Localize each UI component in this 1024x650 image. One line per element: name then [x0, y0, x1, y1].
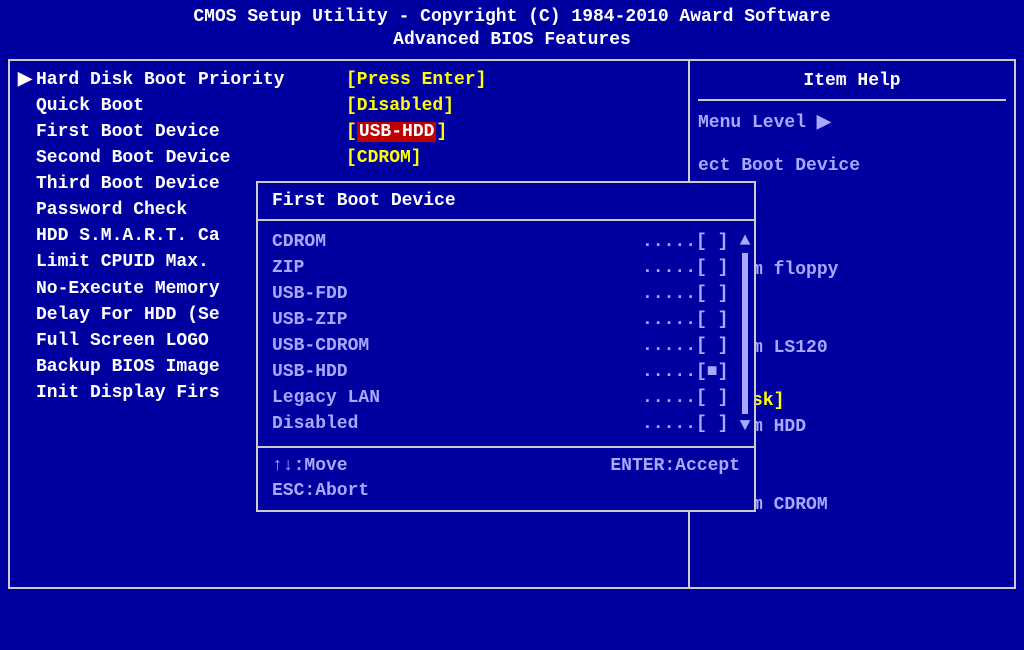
popup-option-name: USB-CDROM — [272, 333, 642, 359]
popup-option-name: USB-HDD — [272, 359, 642, 385]
popup-dots: ..... — [642, 281, 696, 307]
popup-option-marker: [ ] — [696, 333, 740, 359]
row-arrow-icon — [18, 302, 36, 328]
popup-option-name: Disabled — [272, 411, 642, 437]
bios-header: CMOS Setup Utility - Copyright (C) 1984-… — [8, 6, 1016, 53]
boot-device-popup: First Boot Device CDROM ..... [ ]ZIP ...… — [256, 181, 756, 512]
popup-abort-hint: ESC:Abort — [272, 479, 369, 504]
popup-dots: ..... — [642, 359, 696, 385]
bottom-help: ↑↓→←:Move Enter:Select +/-/PU/PD:Value F… — [8, 595, 1016, 650]
row-arrow-icon — [18, 197, 36, 223]
row-arrow-icon — [18, 380, 36, 406]
setting-label: Hard Disk Boot Priority — [36, 67, 346, 93]
popup-dots: ..... — [642, 307, 696, 333]
popup-move-hint: ↑↓:Move — [272, 454, 348, 479]
popup-accept-hint: ENTER:Accept — [610, 454, 740, 479]
scroll-up-icon[interactable]: ▲ — [740, 231, 751, 251]
settings-row[interactable]: First Boot Device[USB-HDD] — [18, 119, 680, 145]
popup-option-marker: [ ] — [696, 255, 740, 281]
help-text: ect Boot Device — [698, 156, 860, 176]
popup-option-name: USB-ZIP — [272, 307, 642, 333]
popup-dots: ..... — [642, 255, 696, 281]
settings-row[interactable]: Quick Boot[Disabled] — [18, 93, 680, 119]
popup-option-marker: [■] — [696, 359, 740, 385]
setting-value[interactable]: [Disabled] — [346, 93, 454, 119]
scroll-down-icon[interactable]: ▼ — [740, 416, 751, 436]
popup-option-name: ZIP — [272, 255, 642, 281]
setting-label: Quick Boot — [36, 93, 346, 119]
popup-option-marker: [ ] — [696, 307, 740, 333]
menu-level: Menu Level ▶ — [698, 111, 1006, 133]
settings-row[interactable]: Second Boot Device[CDROM] — [18, 145, 680, 171]
row-arrow-icon — [18, 276, 36, 302]
settings-row[interactable]: ▶Hard Disk Boot Priority[Press Enter] — [18, 67, 680, 93]
popup-footer: ↑↓:Move ENTER:Accept ESC:Abort — [258, 446, 754, 504]
popup-option[interactable]: CDROM ..... [ ] — [272, 229, 740, 255]
popup-option[interactable]: USB-CDROM ..... [ ] — [272, 333, 740, 359]
row-arrow-icon: ▶ — [18, 67, 36, 93]
popup-option[interactable]: Legacy LAN ..... [ ] — [272, 385, 740, 411]
popup-option-marker: [ ] — [696, 385, 740, 411]
popup-option[interactable]: USB-HDD ..... [■] — [272, 359, 740, 385]
popup-option-marker: [ ] — [696, 281, 740, 307]
setting-label: First Boot Device — [36, 119, 346, 145]
popup-option-name: Legacy LAN — [272, 385, 642, 411]
row-arrow-icon — [18, 93, 36, 119]
main-frame: ▶Hard Disk Boot Priority[Press Enter]Qui… — [8, 59, 1016, 589]
row-arrow-icon — [18, 119, 36, 145]
row-arrow-icon — [18, 249, 36, 275]
row-arrow-icon — [18, 354, 36, 380]
popup-option[interactable]: USB-FDD ..... [ ] — [272, 281, 740, 307]
row-arrow-icon — [18, 223, 36, 249]
header-subtitle: Advanced BIOS Features — [8, 29, 1016, 52]
popup-option[interactable]: ZIP ..... [ ] — [272, 255, 740, 281]
popup-option[interactable]: Disabled ..... [ ] — [272, 411, 740, 437]
setting-label: Second Boot Device — [36, 145, 346, 171]
popup-option-marker: [ ] — [696, 411, 740, 437]
popup-dots: ..... — [642, 385, 696, 411]
setting-value[interactable]: [USB-HDD] — [346, 119, 447, 145]
popup-option-marker: [ ] — [696, 229, 740, 255]
popup-title: First Boot Device — [258, 191, 754, 221]
popup-list: CDROM ..... [ ]ZIP ..... [ ]USB-FDD ....… — [258, 229, 754, 438]
setting-value[interactable]: [Press Enter] — [346, 67, 486, 93]
popup-option-name: USB-FDD — [272, 281, 642, 307]
help-title: Item Help — [698, 67, 1006, 101]
header-title: CMOS Setup Utility - Copyright (C) 1984-… — [8, 6, 1016, 29]
row-arrow-icon — [18, 171, 36, 197]
row-arrow-icon — [18, 145, 36, 171]
row-arrow-icon — [18, 328, 36, 354]
popup-dots: ..... — [642, 411, 696, 437]
help-line: ect Boot Device — [698, 153, 1006, 179]
popup-option-name: CDROM — [272, 229, 642, 255]
setting-value[interactable]: [CDROM] — [346, 145, 422, 171]
popup-dots: ..... — [642, 333, 696, 359]
popup-option[interactable]: USB-ZIP ..... [ ] — [272, 307, 740, 333]
popup-dots: ..... — [642, 229, 696, 255]
scroll-thumb[interactable] — [742, 253, 748, 414]
popup-scrollbar[interactable]: ▲ ▼ — [738, 231, 752, 436]
